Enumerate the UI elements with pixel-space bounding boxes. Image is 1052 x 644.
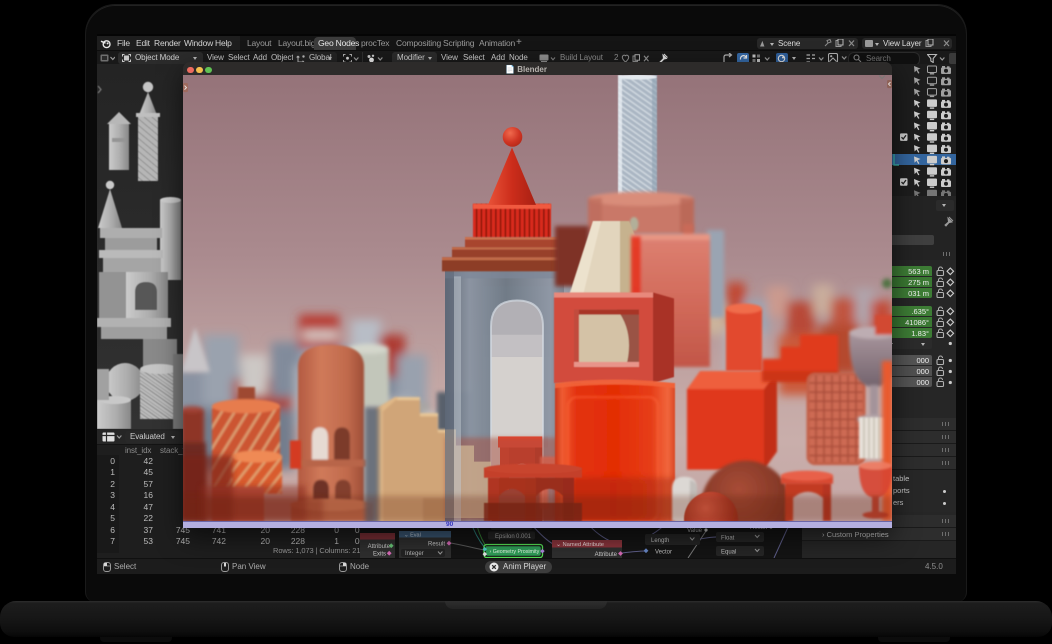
svg-text:Exits: Exits bbox=[373, 552, 386, 558]
svg-text:Value: Value bbox=[687, 528, 703, 534]
svg-text:Equal: Equal bbox=[721, 550, 736, 556]
svg-text:› Geometry Proximity: › Geometry Proximity bbox=[490, 549, 540, 555]
svg-text:⌄ Eval: ⌄ Eval bbox=[404, 533, 421, 539]
svg-text:Float: Float bbox=[721, 536, 735, 542]
svg-text:Result: Result bbox=[428, 542, 445, 548]
svg-text:Vector: Vector bbox=[655, 550, 672, 556]
svg-text:Epsilon: Epsilon bbox=[495, 534, 515, 540]
svg-text:Attribute: Attribute bbox=[368, 544, 391, 550]
svg-text:⌄ Named Attribute: ⌄ Named Attribute bbox=[556, 542, 604, 548]
svg-text:0.001: 0.001 bbox=[516, 534, 532, 540]
svg-text:Length: Length bbox=[651, 538, 669, 544]
svg-text:Integer: Integer bbox=[405, 551, 424, 557]
